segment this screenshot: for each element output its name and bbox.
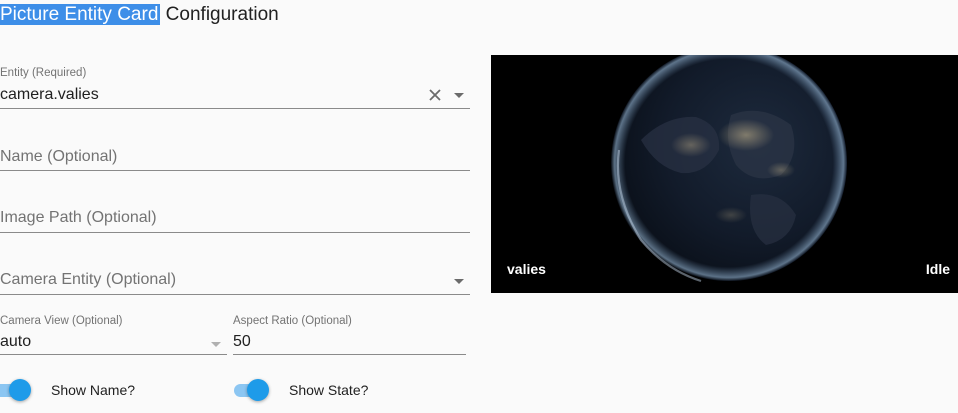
camera-view-field-value: auto bbox=[0, 333, 32, 350]
camera-view-field[interactable]: Camera View (Optional) auto bbox=[0, 313, 227, 355]
toggle-knob bbox=[247, 379, 269, 401]
entity-field-label: Entity (Required) bbox=[0, 67, 87, 79]
page-title: Picture Entity Card Configuration bbox=[0, 2, 279, 27]
chevron-down-icon[interactable] bbox=[450, 270, 468, 292]
show-name-label: Show Name? bbox=[51, 382, 136, 398]
name-field-placeholder: Name (Optional) bbox=[0, 148, 118, 165]
card-preview: valies Idle bbox=[491, 55, 958, 293]
entity-field-value: camera.valies bbox=[0, 86, 99, 103]
show-state-label: Show State? bbox=[289, 382, 369, 398]
page-title-rest: Configuration bbox=[160, 4, 279, 25]
camera-entity-field[interactable]: Camera Entity (Optional) bbox=[0, 264, 470, 295]
earth-image bbox=[491, 55, 958, 293]
toggle-knob bbox=[9, 379, 31, 401]
image-path-field[interactable]: Image Path (Optional) bbox=[0, 202, 470, 233]
aspect-ratio-field-label: Aspect Ratio (Optional) bbox=[233, 315, 352, 327]
clear-icon[interactable] bbox=[424, 84, 446, 106]
show-name-toggle[interactable] bbox=[0, 378, 36, 402]
chevron-down-icon[interactable] bbox=[207, 333, 225, 355]
camera-entity-field-placeholder: Camera Entity (Optional) bbox=[0, 271, 177, 288]
aspect-ratio-field-value: 50 bbox=[233, 333, 251, 350]
image-path-field-placeholder: Image Path (Optional) bbox=[0, 209, 157, 226]
preview-entity-state: Idle bbox=[925, 261, 950, 277]
chevron-down-icon[interactable] bbox=[450, 84, 468, 106]
camera-view-field-label: Camera View (Optional) bbox=[0, 315, 123, 327]
preview-entity-name: valies bbox=[507, 261, 546, 277]
name-field[interactable]: Name (Optional) bbox=[0, 140, 470, 171]
show-state-toggle[interactable] bbox=[232, 378, 269, 402]
page-title-highlight: Picture Entity Card bbox=[0, 4, 161, 25]
aspect-ratio-field[interactable]: Aspect Ratio (Optional) 50 bbox=[233, 313, 466, 355]
entity-field[interactable]: Entity (Required) camera.valies bbox=[0, 66, 470, 109]
